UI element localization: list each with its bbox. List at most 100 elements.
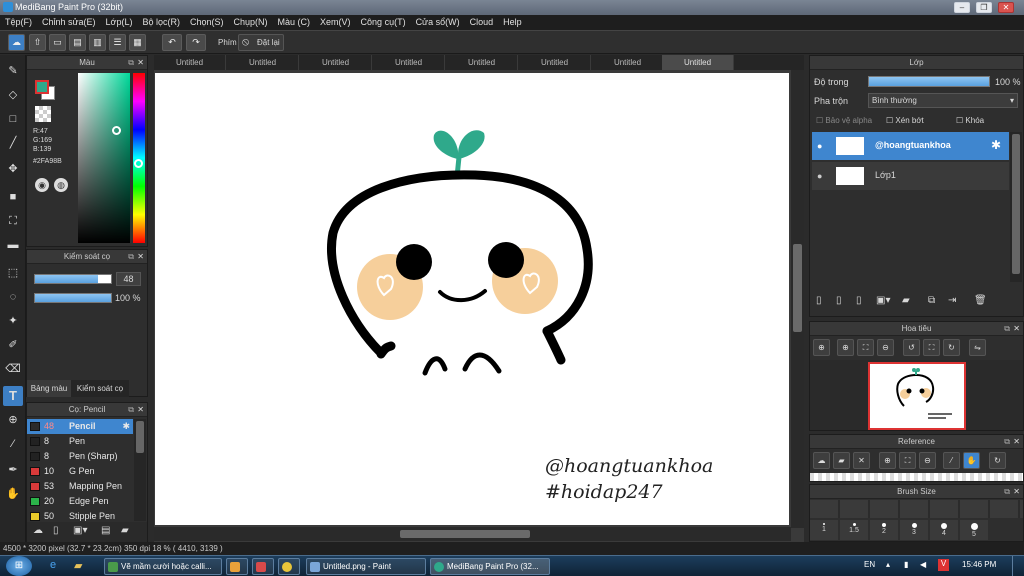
eyedropper-tool-icon[interactable]: ⁄ (3, 434, 23, 454)
brush-item[interactable]: 53 Mapping Pen (27, 479, 133, 494)
document-icon[interactable]: ▤ (69, 34, 86, 51)
layer-row[interactable]: ● Lớp1 (812, 162, 1009, 190)
text-tool-icon[interactable]: T (3, 386, 23, 406)
tab-document-active[interactable]: Untitled (662, 55, 734, 70)
show-desktop-button[interactable] (1012, 556, 1024, 576)
cloud-icon[interactable]: ☁ (813, 452, 830, 469)
lasso-tool-icon[interactable]: ◌ (3, 287, 23, 307)
brush-item[interactable]: 8 Pen (27, 434, 133, 449)
close-icon[interactable]: ✕ (137, 56, 144, 70)
folder-icon[interactable]: ▰ (121, 525, 129, 536)
comment-icon[interactable]: ▭ (49, 34, 66, 51)
eyedropper-icon[interactable]: ⁄ (943, 452, 960, 469)
tab-document-2[interactable]: Untitled (227, 55, 299, 70)
actual-size-icon[interactable]: ⊖ (877, 339, 894, 356)
brush-item[interactable]: 50 Stipple Pen (27, 509, 133, 521)
language-indicator[interactable]: EN (864, 560, 875, 569)
close-icon[interactable]: ✕ (1013, 435, 1020, 449)
detach-icon[interactable]: ⧉ (128, 56, 134, 70)
zoom-in-icon[interactable]: ⊕ (813, 339, 830, 356)
protect-alpha-checkbox[interactable]: ☐ Bảo vệ alpha (816, 116, 872, 125)
reset-button[interactable]: ⦸ Đặt lại (238, 34, 284, 51)
blend-mode-select[interactable]: Bình thường ▾ (868, 93, 1018, 108)
menu-view[interactable]: Xem(V) (315, 15, 356, 29)
close-reference-icon[interactable]: ✕ (853, 452, 870, 469)
detach-icon[interactable]: ⧉ (1004, 485, 1010, 499)
horizontal-scroll-thumb[interactable] (400, 530, 530, 538)
brush-opacity-slider[interactable] (34, 293, 112, 303)
brush-item[interactable]: 48 Pencil ✱ (27, 419, 133, 434)
explorer-icon[interactable]: ▰ (74, 559, 82, 572)
transparent-swatch[interactable] (35, 106, 51, 122)
vertical-scroll-thumb[interactable] (793, 244, 802, 332)
lock-checkbox[interactable]: ☐ Khóa (956, 116, 984, 125)
new-layer-8bit-icon[interactable]: ▯ (836, 295, 842, 306)
layer-row-selected[interactable]: ● @hoangtuankhoa ✱ (812, 132, 1009, 160)
menu-select[interactable]: Chọn(S) (185, 15, 229, 29)
brush-item[interactable]: 10 G Pen (27, 464, 133, 479)
add-layer-menu-icon[interactable]: ▣▾ (876, 295, 890, 306)
bucket-tool-icon[interactable]: ⛶ (3, 211, 23, 231)
cloud-icon[interactable]: ☁ (8, 34, 25, 51)
hand-tool-icon[interactable]: ✋ (3, 484, 23, 504)
taskbar-item-browser[interactable]: Vẽ mầm cười hoặc calli... (104, 558, 222, 575)
taskbar-item-paint[interactable]: Untitled.png - Paint (306, 558, 426, 575)
close-icon[interactable]: ✕ (137, 403, 144, 417)
taskbar-item-medibang[interactable]: MediBang Paint Pro (32... (430, 558, 550, 575)
select-eraser-tool-icon[interactable]: ⌫ (3, 359, 23, 379)
detach-icon[interactable]: ⧉ (1004, 322, 1010, 336)
brush-size-option[interactable]: 1 (810, 520, 838, 540)
layer-opacity-slider[interactable] (868, 76, 990, 87)
duplicate-layer-icon[interactable]: ⧉ (928, 295, 935, 306)
undo-icon[interactable]: ↶ (162, 34, 182, 51)
menu-layer[interactable]: Lớp(L) (101, 15, 138, 29)
detach-icon[interactable]: ⧉ (1004, 435, 1010, 449)
eye-icon[interactable]: ● (817, 141, 822, 151)
tab-brush-control[interactable]: Kiểm soát cọ (71, 380, 129, 397)
ie-icon[interactable]: e (50, 559, 56, 571)
grid-icon[interactable]: ▦ (129, 34, 146, 51)
new-layer-1bit-icon[interactable]: ▯ (856, 295, 862, 306)
start-button[interactable]: ⊞ (6, 556, 32, 576)
detach-icon[interactable]: ⧉ (128, 403, 134, 417)
network-icon[interactable]: ▮ (904, 560, 908, 569)
select-pen-tool-icon[interactable]: ✐ (3, 335, 23, 355)
cloud-brush-icon[interactable]: ☁ (33, 525, 43, 536)
taskbar-item-media[interactable] (226, 558, 248, 575)
hand-icon[interactable]: ✋ (963, 452, 980, 469)
maximize-button[interactable]: ❐ (976, 2, 992, 13)
canvas-horizontal-scrollbar[interactable] (154, 527, 791, 541)
menu-snap[interactable]: Chụp(N) (229, 15, 273, 29)
palette-icon[interactable]: ◉ (35, 178, 49, 192)
page-icon[interactable]: ▥ (89, 34, 106, 51)
new-layer-icon[interactable]: ▯ (816, 295, 822, 306)
gradient-tool-icon[interactable]: ▬ (3, 235, 23, 255)
tab-document-3[interactable]: Untitled (300, 55, 372, 70)
brush-size-option[interactable]: 1.5 (840, 520, 868, 540)
brush-list-scrollbar[interactable] (134, 419, 146, 521)
canvas-vertical-scrollbar[interactable] (791, 70, 804, 528)
eraser-tool-icon[interactable]: ◇ (3, 85, 23, 105)
close-icon[interactable]: ✕ (1013, 322, 1020, 336)
zoom-in-icon[interactable]: ⊕ (879, 452, 896, 469)
brush-size-option[interactable]: 5 (960, 520, 988, 540)
brush-size-option[interactable]: 4 (930, 520, 958, 540)
tab-document-7[interactable]: Untitled (592, 55, 664, 70)
menu-file[interactable]: Tệp(F) (0, 15, 37, 29)
copy-brush-icon[interactable]: ▤ (101, 525, 110, 536)
zoom-out-icon[interactable]: ⊕ (837, 339, 854, 356)
trash-icon[interactable]: 🗑 (974, 295, 987, 306)
hue-slider[interactable] (133, 73, 145, 243)
fill-rect-tool-icon[interactable]: ■ (3, 187, 23, 207)
tray-app-icon[interactable]: V (938, 559, 949, 571)
brush-size-row-top[interactable] (810, 500, 1023, 518)
merge-layer-icon[interactable]: ⇥ (948, 295, 956, 306)
line-tool-icon[interactable]: ╱ (3, 133, 23, 153)
brush-item[interactable]: 20 Edge Pen (27, 494, 133, 509)
tab-document-6[interactable]: Untitled (519, 55, 591, 70)
brush-tool-icon[interactable]: ✎ (3, 61, 23, 81)
brush-item[interactable]: 8 Pen (Sharp) (27, 449, 133, 464)
tab-palette[interactable]: Bảng màu (27, 380, 71, 397)
move-tool-icon[interactable]: ✥ (3, 159, 23, 179)
menu-color[interactable]: Màu (C) (273, 15, 316, 29)
